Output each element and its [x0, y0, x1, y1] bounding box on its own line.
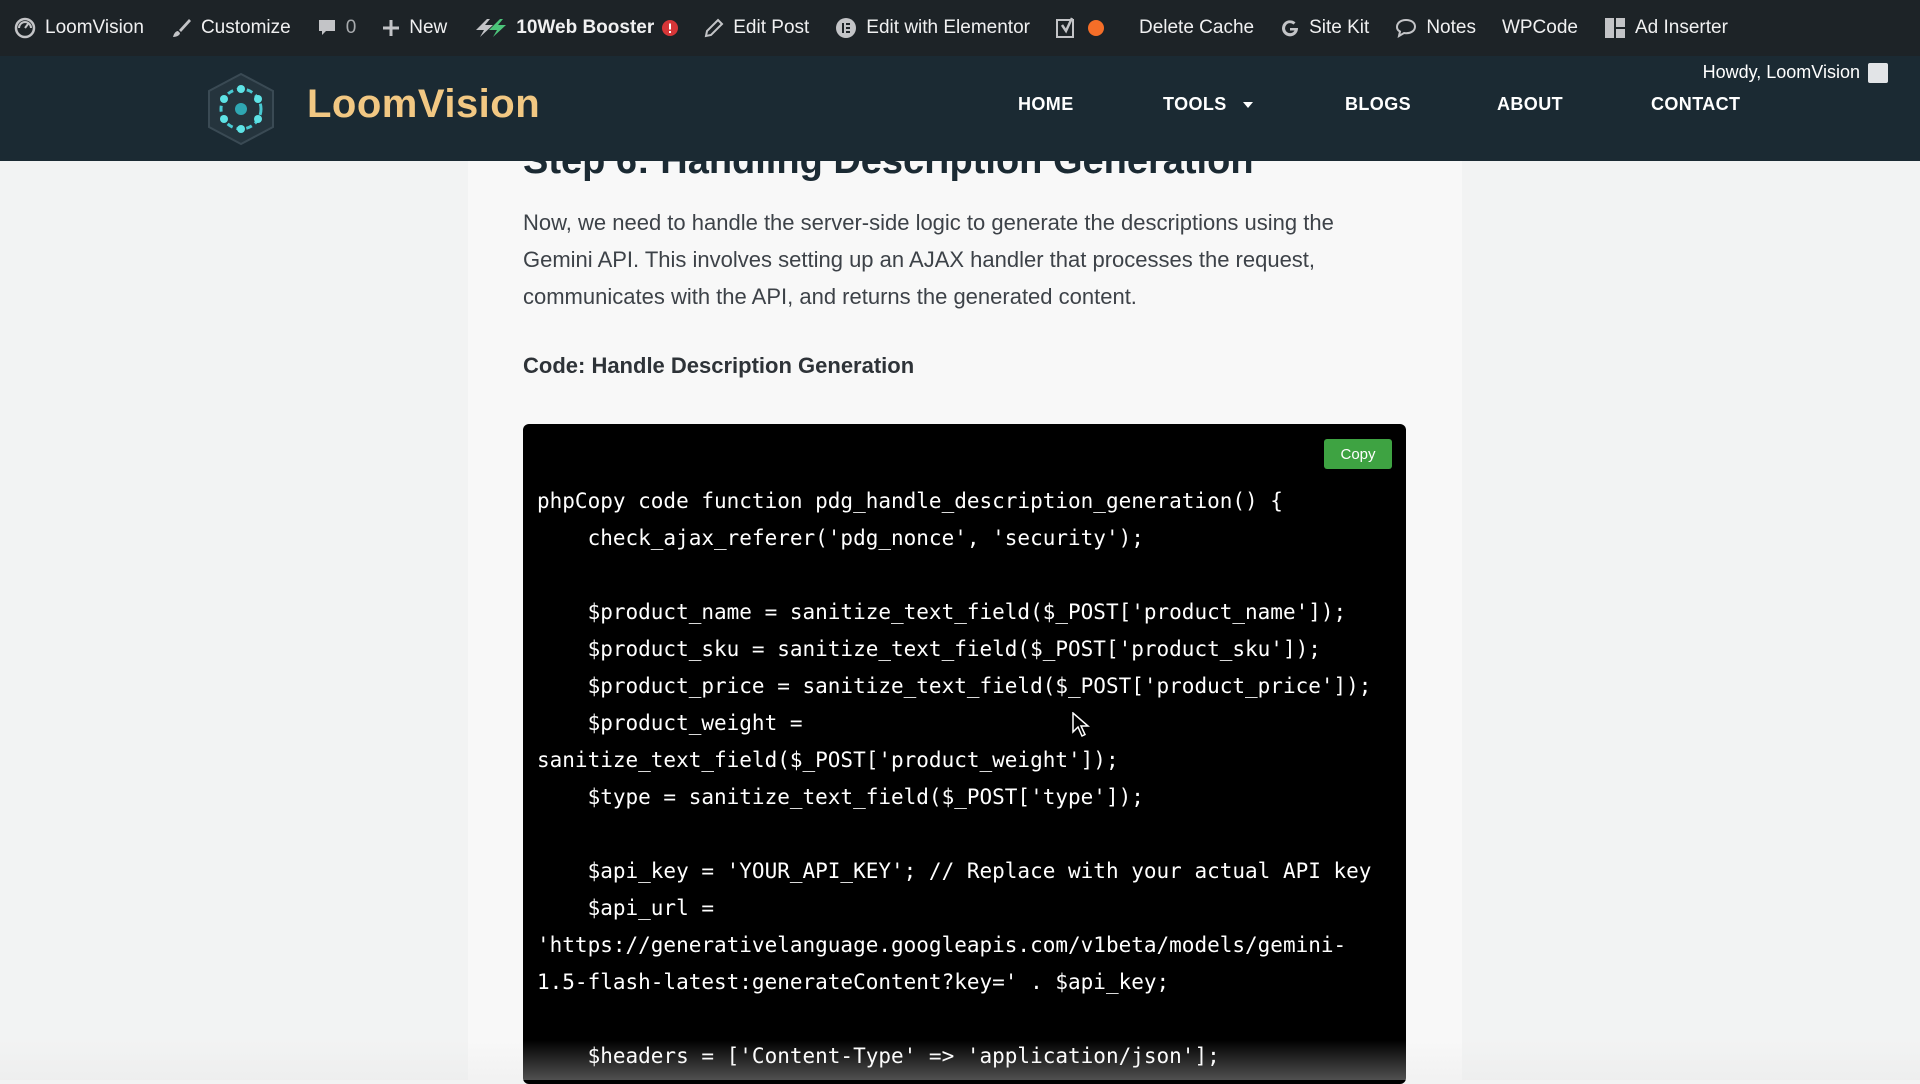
elementor-icon: [836, 18, 857, 38]
comment-icon: [318, 20, 335, 35]
admin-bar-ad-inserter[interactable]: Ad Inserter: [1591, 0, 1741, 56]
site-kit-label: Site Kit: [1309, 17, 1370, 38]
code-section-title: Code: Handle Description Generation: [523, 353, 915, 378]
yoast-icon: [1055, 17, 1074, 38]
admin-bar-wpcode[interactable]: WPCode: [1489, 0, 1591, 56]
admin-bar-booster[interactable]: 10Web Booster: [460, 0, 691, 56]
booster-alert-badge-icon: [662, 20, 679, 36]
code-line: $type = sanitize_text_field($_POST['type…: [537, 785, 1144, 809]
intro-line: Gemini API. This involves setting up an …: [523, 247, 1316, 272]
admin-bar-new[interactable]: New: [369, 0, 460, 56]
admin-bar-seo-status[interactable]: [1082, 0, 1126, 56]
delete-cache-label: Delete Cache: [1138, 17, 1255, 38]
bolt-icon: [476, 19, 507, 37]
notes-label: Notes: [1426, 17, 1476, 38]
status-dot-icon: [1087, 20, 1104, 36]
comments-count: 0: [345, 17, 357, 38]
nav-blogs[interactable]: BLOGS: [1345, 94, 1411, 115]
code-line: $api_url =: [537, 896, 715, 920]
nav-tools[interactable]: TOOLS: [1163, 94, 1254, 115]
avatar-icon: [1868, 62, 1888, 83]
code-line: phpCopy code function pdg_handle_descrip…: [537, 489, 1283, 513]
ad-inserter-icon: [1604, 18, 1625, 38]
code-line: sanitize_text_field($_POST['product_weig…: [537, 748, 1119, 772]
intro-paragraph: Now, we need to handle the server-side l…: [523, 204, 1403, 315]
admin-bar: LoomVision Customize 0 New 10Web Booster…: [0, 0, 1920, 56]
caret-down-icon: [1242, 101, 1253, 108]
wordpress-dashboard-icon: [14, 17, 36, 39]
edit-post-label: Edit Post: [733, 17, 810, 38]
howdy-account[interactable]: Howdy, LoomVision: [1703, 62, 1888, 83]
admin-bar-comments[interactable]: 0: [304, 0, 370, 56]
code-line: 'https://generativelanguage.googleapis.c…: [537, 933, 1347, 957]
code-line: 1.5-flash-latest:generateContent?key=' .…: [537, 970, 1170, 994]
site-header: Howdy, LoomVision LoomVision HOME TOOLS …: [0, 56, 1920, 161]
code-content[interactable]: phpCopy code function pdg_handle_descrip…: [537, 483, 1371, 1075]
ad-inserter-label: Ad Inserter: [1634, 17, 1728, 38]
wpcode-label: WPCode: [1501, 17, 1578, 38]
howdy-label: Howdy, LoomVision: [1702, 62, 1860, 82]
admin-bar-site-kit[interactable]: Site Kit: [1267, 0, 1382, 56]
customize-label: Customize: [200, 17, 291, 38]
code-line: $product_weight =: [537, 711, 803, 735]
intro-line: Now, we need to handle the server-side l…: [523, 210, 1334, 235]
main-nav: HOME TOOLS BLOGS ABOUT CONTACT: [0, 94, 1920, 124]
admin-bar-notes[interactable]: Notes: [1382, 0, 1489, 56]
code-line: $product_sku = sanitize_text_field($_POS…: [537, 637, 1321, 661]
nav-home[interactable]: HOME: [1018, 94, 1074, 115]
admin-bar-site-name[interactable]: LoomVision: [0, 0, 157, 56]
brush-icon: [172, 19, 191, 37]
nav-about[interactable]: ABOUT: [1497, 94, 1563, 115]
admin-bar-edit-post[interactable]: Edit Post: [691, 0, 822, 56]
pencil-icon: [704, 18, 724, 38]
admin-bar-delete-cache[interactable]: Delete Cache: [1126, 0, 1267, 56]
edit-elementor-label: Edit with Elementor: [866, 17, 1030, 38]
nav-tools-label: TOOLS: [1163, 94, 1227, 114]
admin-bar-yoast[interactable]: [1043, 0, 1082, 56]
intro-line: communicates with the API, and returns t…: [523, 284, 1137, 309]
admin-bar-customize[interactable]: Customize: [157, 0, 304, 56]
mouse-cursor-icon: [1072, 712, 1090, 738]
code-line: $product_name = sanitize_text_field($_PO…: [537, 600, 1347, 624]
plus-icon: [383, 20, 400, 36]
google-g-icon: [1282, 20, 1299, 37]
nav-contact[interactable]: CONTACT: [1651, 94, 1740, 115]
booster-label: 10Web Booster: [516, 17, 655, 38]
copy-code-button[interactable]: Copy: [1324, 439, 1392, 469]
code-line: $api_key = 'YOUR_API_KEY'; // Replace wi…: [537, 859, 1372, 883]
code-block[interactable]: Copy phpCopy code function pdg_handle_de…: [523, 424, 1406, 1084]
admin-bar-edit-elementor[interactable]: Edit with Elementor: [822, 0, 1043, 56]
notes-bubble-icon: [1396, 18, 1417, 38]
site-name-label: LoomVision: [45, 17, 144, 38]
code-line: $product_price = sanitize_text_field($_P…: [537, 674, 1372, 698]
code-line: $headers = ['Content-Type' => 'applicati…: [537, 1044, 1220, 1068]
code-line: check_ajax_referer('pdg_nonce', 'securit…: [537, 526, 1144, 550]
new-label: New: [409, 17, 448, 38]
